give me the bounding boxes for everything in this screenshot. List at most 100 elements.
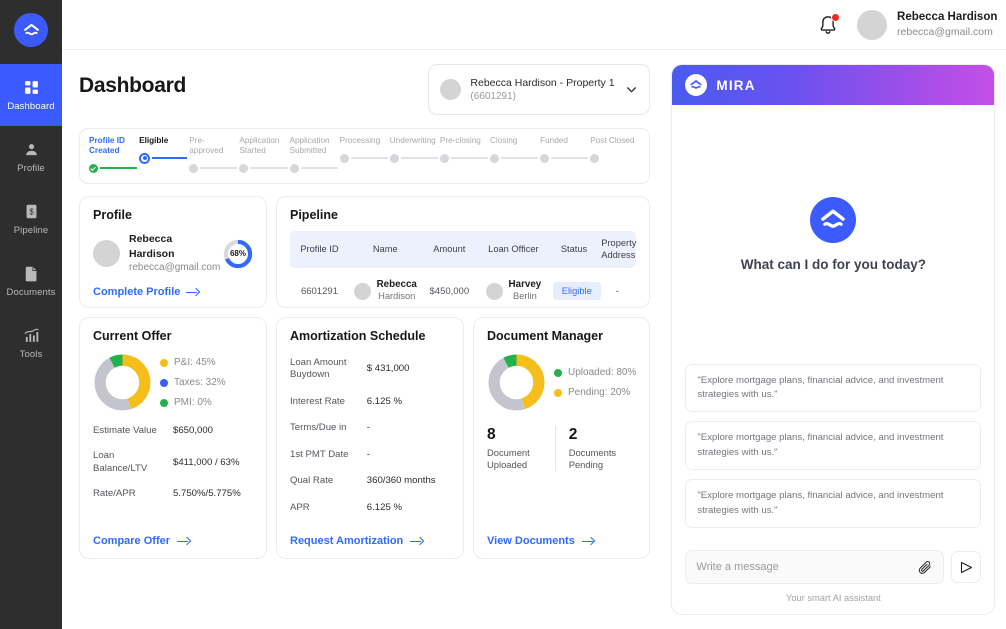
cell-status: Eligible xyxy=(550,268,601,303)
view-documents-link[interactable]: View Documents xyxy=(487,535,636,547)
stepper-step[interactable]: Profile ID Created xyxy=(89,136,139,175)
offer-value: 5.750%/5.775% xyxy=(173,488,241,500)
name-first: Rebecca xyxy=(376,279,417,291)
stepper-step-label: Profile ID Created xyxy=(89,136,125,155)
profile-avatar xyxy=(93,240,120,268)
offer-key: Estimate Value xyxy=(93,425,157,436)
amortization-value: $ 431,000 xyxy=(366,363,410,375)
stepper-step[interactable]: Eligible xyxy=(139,136,189,165)
status-badge[interactable]: Eligible xyxy=(552,282,601,301)
chat-input-wrapper[interactable] xyxy=(685,550,945,584)
send-icon xyxy=(960,561,972,573)
legend-item: P&I: 45% xyxy=(160,357,226,368)
chat-suggestion[interactable]: "Explore mortgage plans, financial advic… xyxy=(685,421,982,471)
doc-pending-count: 2 xyxy=(568,426,578,443)
document-manager-card: Document Manager Uploaded: 80% Pending: … xyxy=(473,317,651,559)
sidebar: Dashboard Profile $ Pipeline Documents T… xyxy=(0,0,62,629)
user-menu[interactable]: Rebecca Hardison rebecca@gmail.com xyxy=(857,9,998,40)
avatar xyxy=(485,282,503,300)
stepper-step[interactable]: Application Submitted xyxy=(289,136,340,175)
legend-label-pi: P&I: 45% xyxy=(174,357,216,368)
stepper-step[interactable]: Pre-approved xyxy=(189,136,239,175)
stepper-track xyxy=(540,151,590,165)
sidebar-item-pipeline[interactable]: $ Pipeline xyxy=(0,188,62,250)
compare-offer-link[interactable]: Compare Offer xyxy=(93,535,253,547)
table-column-header: Name xyxy=(348,231,422,269)
cell-loan-officer: Harvey Berlin xyxy=(477,268,550,303)
amortization-value: 360/360 months xyxy=(366,475,436,487)
amortization-value: - xyxy=(366,422,370,434)
stepper-step[interactable]: Pre-closing xyxy=(439,136,490,165)
profile-email: rebecca@gmail.com xyxy=(129,262,221,274)
complete-profile-link[interactable]: Complete Profile xyxy=(93,286,253,298)
chat-send-button[interactable] xyxy=(951,551,982,583)
chat-message-input[interactable] xyxy=(696,561,912,573)
paperclip-icon[interactable] xyxy=(917,559,933,575)
chat-suggestion[interactable]: "Explore mortgage plans, financial advic… xyxy=(685,363,982,413)
property-avatar xyxy=(440,79,462,100)
request-amortization-link[interactable]: Request Amortization xyxy=(290,535,450,547)
workspace: Dashboard Rebecca Hardison - Property 1 … xyxy=(62,50,666,629)
mira-logo-icon xyxy=(23,23,39,35)
amortization-key: 1st PMT Date xyxy=(290,448,349,460)
amortization-title: Amortization Schedule xyxy=(290,329,426,343)
user-name: Rebecca Hardison xyxy=(897,10,998,23)
top-bar: Rebecca Hardison rebecca@gmail.com xyxy=(62,0,1006,50)
cards-row-top: Profile Rebecca Hardison rebecca@gmail.c… xyxy=(79,196,651,308)
stepper-step-label: Pre-approved xyxy=(189,136,224,155)
stepper-dot xyxy=(89,163,98,173)
table-column-header: Property Address xyxy=(598,231,637,269)
stepper-step-label: Pre-closing xyxy=(439,136,481,145)
sidebar-item-profile[interactable]: Profile xyxy=(0,126,62,188)
property-select[interactable]: Rebecca Hardison - Property 1 (6601291) xyxy=(428,64,651,115)
profile-completion-pct: 68% xyxy=(229,249,246,259)
current-offer-chart: P&I: 45% Taxes: 32% PMI: 0% xyxy=(93,353,253,412)
pipeline-table: Profile ID Name Amount Loan Officer Status Pr… xyxy=(290,231,637,303)
chat-footer-note: Your smart AI assistant xyxy=(786,593,881,603)
stepper-step[interactable]: Processing xyxy=(339,136,390,165)
offer-value: $411,000 / 63% xyxy=(173,456,240,468)
notification-bell-button[interactable] xyxy=(817,12,841,36)
stepper-track xyxy=(239,161,289,175)
table-column-header: Loan Officer xyxy=(477,231,550,269)
stepper-step[interactable]: Closing xyxy=(490,136,540,165)
amortization-row: Interest Rate 6.125 % xyxy=(290,396,450,408)
stepper-step[interactable]: Application Started xyxy=(239,136,289,175)
avatar xyxy=(857,9,888,40)
chat-hero: What can I do for you today? xyxy=(672,105,994,364)
progress-stepper: Profile ID Created Eligible Pre-approved Ap… xyxy=(79,128,651,184)
sidebar-item-dashboard[interactable]: Dashboard xyxy=(0,64,62,126)
arrow-right-icon xyxy=(581,537,595,546)
chat-suggestion[interactable]: "Explore mortgage plans, financial advic… xyxy=(685,479,982,528)
amortization-key: Terms/Due in xyxy=(290,422,347,434)
amortization-value: 6.125 % xyxy=(366,395,403,407)
property-select-title: Rebecca Hardison - Property 1 xyxy=(470,76,615,89)
stepper-dot xyxy=(289,163,299,173)
officer-last: Berlin xyxy=(513,291,537,302)
stepper-step[interactable]: Post Closed xyxy=(590,136,640,165)
stepper-step[interactable]: Underwriting xyxy=(389,136,440,165)
main-shell: Rebecca Hardison rebecca@gmail.com Dashb… xyxy=(62,0,1006,629)
stepper-line xyxy=(152,157,188,159)
legend-dot-pi xyxy=(160,358,168,367)
name-last: Hardison xyxy=(378,291,416,302)
stepper-step[interactable]: Funded xyxy=(540,136,590,165)
stepper-line xyxy=(300,167,338,169)
table-row[interactable]: 6601291 Rebecca Hardison $450,000 Harvey Berl… xyxy=(290,268,636,303)
stepper-step-label: Post Closed xyxy=(590,136,635,145)
cell-amount: $450,000 xyxy=(429,285,470,297)
doc-pending-caption: Documents Pending xyxy=(568,447,617,471)
stepper-track xyxy=(289,161,340,175)
brand-logo[interactable] xyxy=(14,13,48,47)
table-header-row: Profile ID Name Amount Loan Officer Status Pr… xyxy=(290,231,637,269)
chat-suggestions: "Explore mortgage plans, financial advic… xyxy=(672,363,994,528)
sidebar-item-tools[interactable]: Tools xyxy=(0,312,62,374)
sidebar-item-documents[interactable]: Documents xyxy=(0,250,62,312)
legend-label-taxes: Taxes: 32% xyxy=(174,377,226,388)
amortization-value: 6.125 % xyxy=(366,501,403,513)
stepper-line xyxy=(501,157,539,159)
table-column-header: Status xyxy=(549,231,599,269)
offer-donut-chart-icon xyxy=(94,354,151,411)
stepper-step-label: Funded xyxy=(540,136,568,145)
request-amortization-label: Request Amortization xyxy=(290,535,404,547)
